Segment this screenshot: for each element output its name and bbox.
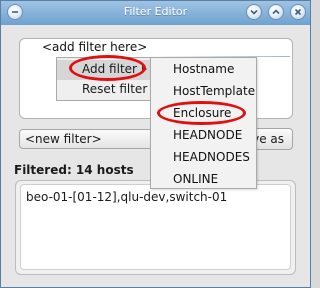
context-menu: Add filter Reset filter	[56, 57, 152, 101]
add-filter-placeholder[interactable]: <add filter here>	[42, 40, 147, 54]
submenu-item-hostname[interactable]: Hostname	[173, 62, 234, 76]
maximize-button[interactable]	[268, 4, 284, 20]
new-filter-combo[interactable]: <new filter>	[19, 129, 155, 149]
host-list: beo-01-[01-12],qlu-dev,switch-01	[26, 190, 228, 204]
submenu-item-hosttemplate[interactable]: HostTemplate	[173, 84, 255, 98]
menu-item-add-filter[interactable]: Add filter	[57, 60, 151, 80]
minimize-icon	[250, 9, 258, 15]
add-filter-submenu: Hostname HostTemplate Enclosure HEADNODE…	[150, 57, 257, 189]
results-panel: beo-01-[01-12],qlu-dev,switch-01	[15, 180, 296, 275]
submenu-item-enclosure[interactable]: Enclosure	[173, 106, 231, 120]
close-button[interactable]	[290, 4, 306, 20]
title-bar[interactable]: Filter Editor	[1, 1, 310, 24]
submenu-arrow-icon	[142, 65, 147, 73]
submenu-item-online[interactable]: ONLINE	[173, 172, 218, 186]
submenu-item-headnodes[interactable]: HEADNODES	[173, 150, 250, 164]
menu-item-label: Add filter	[82, 62, 137, 76]
maximize-icon	[272, 9, 280, 15]
menu-item-reset-filter[interactable]: Reset filter	[57, 80, 151, 100]
window-title: Filter Editor	[123, 5, 188, 18]
minimize-button[interactable]	[246, 4, 262, 20]
filtered-summary: Filtered: 14 hosts	[14, 163, 134, 177]
results-text-area[interactable]: beo-01-[01-12],qlu-dev,switch-01	[20, 184, 291, 270]
submenu-item-headnode[interactable]: HEADNODE	[173, 128, 242, 142]
close-icon	[294, 8, 302, 16]
new-filter-label: <new filter>	[25, 132, 102, 146]
menu-item-label: Reset filter	[82, 82, 148, 96]
